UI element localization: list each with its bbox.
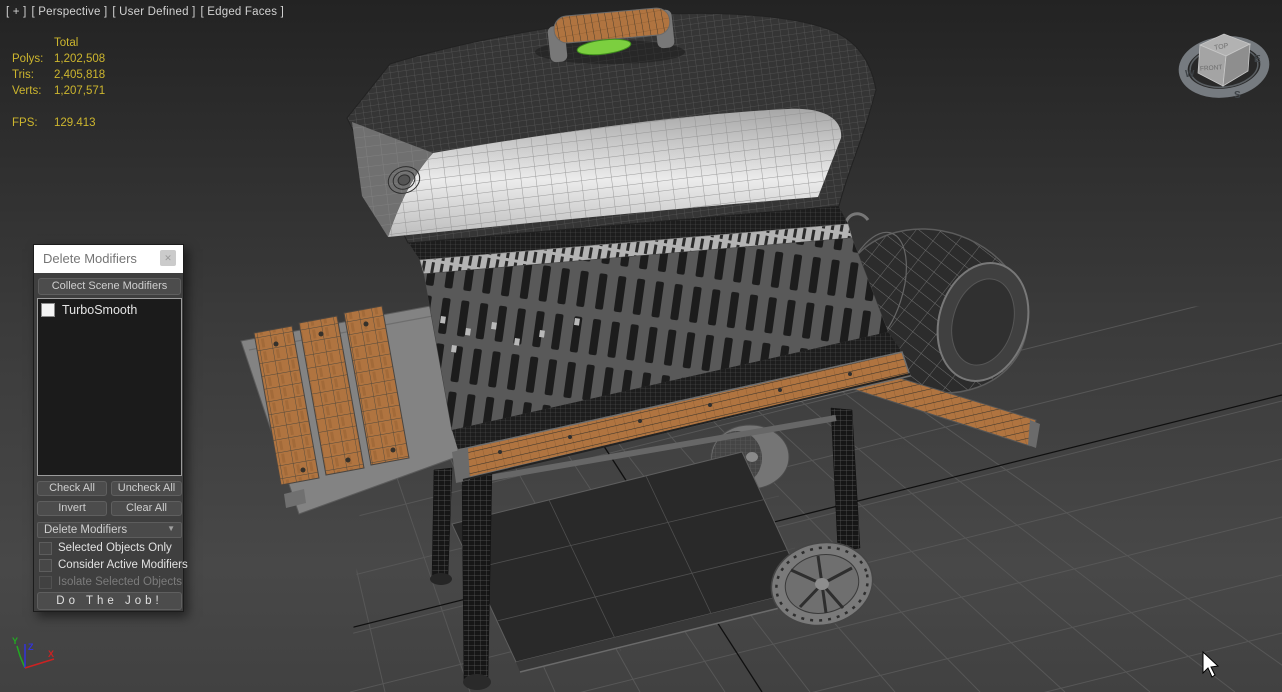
grill-model[interactable] [240, 7, 1051, 690]
action-dropdown[interactable]: Delete Modifiers ▼ [37, 522, 182, 538]
modifier-list-item[interactable]: TurboSmooth [38, 299, 181, 318]
axis-z-label: Z [28, 642, 34, 652]
viewport-label: [ + ] [ Perspective ] [ User Defined ] [ Ed… [6, 6, 289, 18]
world-axis-tripod: Y Z X [12, 636, 55, 669]
dialog-title-bar[interactable]: Delete Modifiers ✕ [34, 245, 183, 273]
viewport-menu-pov[interactable]: [ Perspective ] [32, 6, 108, 18]
chevron-down-icon: ▼ [167, 524, 175, 533]
checkbox-box[interactable] [39, 541, 52, 555]
stats-verts: Verts: 1,207,571 [12, 85, 106, 97]
selected-objects-only-checkbox[interactable]: Selected Objects Only [39, 541, 172, 555]
close-icon[interactable]: ✕ [160, 250, 176, 266]
consider-active-modifiers-checkbox[interactable]: Consider Active Modifiers [39, 558, 188, 572]
mouse-cursor [1202, 650, 1220, 678]
uncheck-all-button[interactable]: Uncheck All [111, 481, 182, 496]
viewport-menu-general[interactable]: [ + ] [6, 6, 27, 18]
compass-east[interactable]: E [1254, 54, 1261, 65]
stats-total-header: Total [54, 37, 79, 49]
checkbox-box [39, 575, 52, 589]
stats-fps: FPS: 129.413 [12, 117, 96, 129]
do-the-job-button[interactable]: Do The Job! [37, 592, 182, 610]
isolate-selected-objects-checkbox: Isolate Selected Objects [39, 575, 182, 589]
compass-south[interactable]: S [1234, 90, 1241, 101]
check-all-button[interactable]: Check All [37, 481, 107, 496]
delete-modifiers-dialog: Delete Modifiers ✕ Collect Scene Modifie… [33, 244, 188, 612]
modifier-name: TurboSmooth [62, 302, 138, 317]
axis-y-label: Y [12, 636, 18, 646]
collect-scene-modifiers-button[interactable]: Collect Scene Modifiers [38, 278, 181, 295]
viewcube[interactable]: W S E TOP FRONT [1178, 33, 1270, 101]
viewport-menu-shading[interactable]: [ Edged Faces ] [200, 6, 284, 18]
viewport-menu-lighting[interactable]: [ User Defined ] [112, 6, 195, 18]
clear-all-button[interactable]: Clear All [111, 501, 182, 516]
dialog-title: Delete Modifiers [43, 251, 137, 266]
lid-handle [535, 7, 685, 64]
modifier-checkbox[interactable] [41, 302, 55, 317]
modifier-list[interactable]: TurboSmooth [37, 298, 182, 476]
axis-x-label: X [48, 649, 54, 659]
action-dropdown-value: Delete Modifiers [44, 524, 128, 536]
compass-west[interactable]: W [1185, 69, 1195, 80]
checkbox-box[interactable] [39, 558, 52, 572]
stats-tris: Tris: 2,405,818 [12, 69, 106, 81]
stats-polys: Polys: 1,202,508 [12, 53, 106, 65]
viewport-3d-scene: W S E TOP FRONT Y Z X [12, 7, 1282, 692]
invert-button[interactable]: Invert [37, 501, 107, 516]
